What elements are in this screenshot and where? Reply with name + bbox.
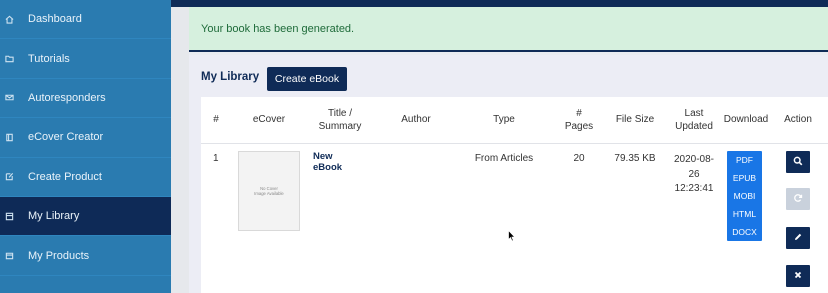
download-mobi[interactable]: MOBI <box>727 187 762 205</box>
type-cell: From Articles <box>474 153 534 164</box>
sidebar-item-my-products[interactable]: My Products <box>0 236 171 276</box>
sidebar-item-dashboard[interactable]: Dashboard <box>0 0 171 40</box>
top-bar <box>171 0 828 7</box>
cover-placeholder-text: No Cover <box>260 185 278 191</box>
refresh-icon <box>793 190 803 208</box>
col-header-type: Type <box>493 114 515 126</box>
sidebar-item-label: Create Product <box>28 170 102 183</box>
sidebar-item-autoresponders[interactable]: Autoresponders <box>0 79 171 119</box>
mail-icon <box>0 93 28 102</box>
download-menu: PDF EPUB MOBI HTML DOCX <box>727 151 762 241</box>
page-title: My Library <box>201 71 260 83</box>
library-icon <box>0 212 28 221</box>
ecover-thumbnail[interactable]: No Cover Image Available <box>238 151 300 231</box>
book-icon <box>0 133 28 142</box>
download-docx[interactable]: DOCX <box>727 223 762 241</box>
home-icon <box>0 15 28 24</box>
row-number: 1 <box>213 153 219 164</box>
sidebar-item-my-library[interactable]: My Library <box>0 196 171 237</box>
success-alert: Your book has been generated. <box>189 7 828 52</box>
alert-message: Your book has been generated. <box>201 22 355 35</box>
create-ebook-button[interactable]: Create eBook <box>267 67 347 91</box>
cover-placeholder-text-2: Image Available <box>254 191 284 196</box>
sidebar-item-label: eCover Creator <box>28 131 104 144</box>
col-header-ecover: eCover <box>252 114 286 126</box>
mouse-cursor-icon <box>508 230 516 242</box>
search-icon <box>793 153 803 171</box>
header-divider <box>201 143 828 144</box>
download-html[interactable]: HTML <box>727 205 762 223</box>
col-header-action: Action <box>784 114 812 126</box>
col-header-download: Download <box>723 114 769 126</box>
box-icon <box>0 251 28 260</box>
col-header-pages: # Pages <box>564 107 594 133</box>
library-panel: My Library Create eBook # eCover Title /… <box>189 55 828 293</box>
filesize-cell: 79.35 KB <box>614 153 656 164</box>
download-pdf[interactable]: PDF <box>727 151 762 169</box>
sidebar-item-label: Tutorials <box>28 52 70 65</box>
sidebar-item-label: My Library <box>28 210 80 223</box>
updated-cell: 2020-08- 26 12:23:41 <box>673 154 715 194</box>
sidebar: Dashboard Tutorials Autoresponders eCove… <box>0 0 171 293</box>
regenerate-button[interactable] <box>786 188 810 210</box>
gutter <box>171 7 189 293</box>
sidebar-item-label: Dashboard <box>28 13 82 26</box>
col-header-updated: Last Updated <box>675 107 713 133</box>
edit-icon <box>0 172 28 181</box>
sidebar-item-ecover-creator[interactable]: eCover Creator <box>0 118 171 158</box>
ebook-title-link[interactable]: New eBook <box>313 151 342 174</box>
sidebar-item-label: My Products <box>28 249 90 262</box>
edit-button[interactable] <box>786 227 810 249</box>
pages-cell: 20 <box>573 153 585 164</box>
col-header-title: Title / Summary <box>318 107 362 133</box>
close-icon <box>793 267 803 285</box>
sidebar-item-create-product[interactable]: Create Product <box>0 158 171 197</box>
col-header-author: Author <box>401 114 431 126</box>
sidebar-item-label: Autoresponders <box>28 91 106 104</box>
col-header-num: # <box>213 114 219 126</box>
library-table: # eCover Title / Summary Author Type # Pag… <box>201 97 828 293</box>
download-epub[interactable]: EPUB <box>727 169 762 187</box>
view-button[interactable] <box>786 151 810 173</box>
col-header-filesize: File Size <box>615 114 655 126</box>
folder-icon <box>0 54 28 63</box>
delete-button[interactable] <box>786 265 810 287</box>
main-content: Your book has been generated. My Library… <box>171 0 828 293</box>
sidebar-item-tutorials[interactable]: Tutorials <box>0 39 171 79</box>
pencil-icon <box>793 229 803 247</box>
